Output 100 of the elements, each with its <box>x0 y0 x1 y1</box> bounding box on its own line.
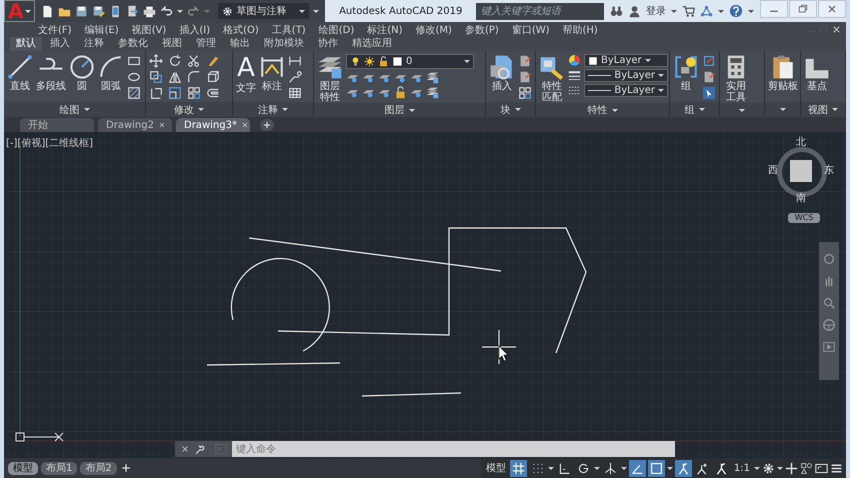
command-input[interactable]: 键入命令 <box>232 441 675 457</box>
play-icon[interactable] <box>822 340 836 354</box>
array-icon[interactable] <box>518 86 532 100</box>
lineweight-icon[interactable] <box>568 69 581 82</box>
linetype-icon[interactable] <box>568 84 581 97</box>
ribbon-tab[interactable]: 附加模块 <box>258 37 310 51</box>
linear-icon[interactable] <box>288 54 302 68</box>
ribbon-button[interactable]: 圆 <box>69 54 95 102</box>
circle-icon[interactable] <box>69 54 95 80</box>
layers-icon[interactable] <box>426 86 439 99</box>
block-tool-icon[interactable] <box>702 70 716 84</box>
menu-item[interactable]: 编辑(E) <box>84 22 119 36</box>
save-icon[interactable] <box>75 4 88 18</box>
layers-icon[interactable] <box>426 71 439 84</box>
zoom-icon[interactable] <box>822 296 836 310</box>
table-icon[interactable] <box>288 86 302 100</box>
ribbon-button[interactable]: 基点 <box>804 54 830 102</box>
ribbon-button[interactable]: 直线 <box>7 54 33 102</box>
property-dropdown[interactable]: ByLayer <box>584 54 668 67</box>
menu-item[interactable]: 窗口(W) <box>512 22 550 36</box>
sun-icon[interactable] <box>364 56 375 67</box>
ribbon-tab[interactable]: 管理 <box>190 37 222 51</box>
ribbon-button[interactable]: 标注 <box>259 54 285 102</box>
status-toggle[interactable] <box>510 460 527 476</box>
menu-item[interactable]: 标注(N) <box>367 22 403 36</box>
cube-icon[interactable] <box>206 70 220 84</box>
lightbulb-icon[interactable] <box>350 56 361 67</box>
menu-icon[interactable] <box>830 462 843 474</box>
undo-icon[interactable] <box>160 4 174 18</box>
mirror-icon[interactable] <box>168 70 182 84</box>
insert-icon[interactable] <box>489 54 515 80</box>
menu-item[interactable]: 绘图(D) <box>318 22 354 36</box>
layout-tab[interactable]: 布局2 <box>80 462 117 474</box>
offset-icon[interactable] <box>206 86 220 100</box>
ribbon-tab[interactable]: 输出 <box>224 37 256 51</box>
menu-item[interactable]: 参数(P) <box>464 22 499 36</box>
fullscreen-icon[interactable] <box>815 462 828 474</box>
workspace-dropdown[interactable]: 草图与注释 <box>218 3 310 19</box>
search-field[interactable]: 键入关键字或短语 <box>476 2 604 20</box>
ribbon-tab[interactable]: 注释 <box>78 37 110 51</box>
menu-item[interactable]: 修改(M) <box>416 22 452 36</box>
arc-icon[interactable] <box>98 54 124 80</box>
group-icon[interactable] <box>673 54 699 80</box>
lock-icon[interactable] <box>378 56 389 67</box>
copy-icon[interactable] <box>149 70 163 84</box>
rotate-icon[interactable] <box>168 54 182 68</box>
block-tool-icon[interactable] <box>518 70 532 84</box>
close-icon[interactable] <box>180 444 190 454</box>
gear-icon[interactable] <box>762 462 775 474</box>
ribbon-button[interactable]: 图层特性 <box>317 54 343 103</box>
user-icon[interactable] <box>628 4 641 18</box>
ucs-menu-button[interactable]: WCS <box>788 213 820 223</box>
scale-icon[interactable] <box>168 86 182 100</box>
close-icon[interactable] <box>826 3 838 15</box>
ribbon-button[interactable]: 组 <box>673 54 699 102</box>
ribbon-tab[interactable]: 参数化 <box>112 37 154 51</box>
binoculars-icon[interactable] <box>610 4 623 18</box>
text-icon[interactable]: A <box>237 54 255 82</box>
viewport-label[interactable]: [-][俯视][二维线框] <box>6 136 94 150</box>
file-tab[interactable]: Drawing3* <box>176 118 250 132</box>
orbit-icon[interactable] <box>822 252 836 266</box>
line-icon[interactable] <box>7 54 33 80</box>
ribbon-button[interactable]: 特性匹配 <box>539 54 565 103</box>
property-dropdown[interactable]: ByLayer <box>584 69 668 82</box>
new-file-icon[interactable] <box>41 4 54 18</box>
property-dropdown[interactable]: ByLayer <box>584 84 668 97</box>
scissors-icon[interactable] <box>187 54 201 68</box>
ribbon-tab[interactable]: 协作 <box>312 37 344 51</box>
wrench-icon[interactable] <box>194 444 205 454</box>
annotation-scale-button[interactable]: 1:1 <box>732 462 752 474</box>
new-tab-button[interactable] <box>260 118 274 130</box>
network-icon[interactable] <box>700 4 713 18</box>
caret-icon[interactable] <box>718 10 724 12</box>
sign-in-link[interactable]: 登录 <box>646 4 666 18</box>
ellipse-icon[interactable] <box>127 70 141 84</box>
hatch-icon[interactable] <box>127 86 141 100</box>
ribbon-tab[interactable]: 插入 <box>44 37 76 51</box>
save-as-icon[interactable] <box>92 4 106 18</box>
ribbon-button[interactable]: 实用工具 <box>723 54 749 103</box>
rectangle-icon[interactable] <box>127 54 141 68</box>
layout-tab[interactable]: 布局1 <box>41 462 78 474</box>
menu-item[interactable]: 视图(V) <box>132 22 166 36</box>
menu-item[interactable]: 插入(I) <box>179 22 210 36</box>
ribbon-tab[interactable]: 精选应用 <box>346 37 398 51</box>
move-icon[interactable] <box>149 54 163 68</box>
menu-item[interactable]: 格式(O) <box>223 22 259 36</box>
menu-item[interactable]: 工具(T) <box>272 22 306 36</box>
ribbon-button[interactable]: 插入 <box>489 54 515 102</box>
file-tab[interactable]: Drawing2 <box>98 118 172 132</box>
layout-tab[interactable]: 模型 <box>8 462 38 474</box>
ribbon-button[interactable]: 圆弧 <box>98 54 124 102</box>
plus-icon[interactable] <box>120 462 132 474</box>
ribbon-tab[interactable]: 视图 <box>156 37 188 51</box>
printer-icon[interactable] <box>143 4 156 18</box>
caret-icon[interactable] <box>671 10 677 12</box>
redo-icon[interactable] <box>187 4 200 18</box>
cart-icon[interactable] <box>682 4 695 18</box>
group-tool-icon[interactable] <box>702 54 716 68</box>
restore-icon[interactable] <box>797 3 809 15</box>
menu-item[interactable]: 文件(F) <box>38 22 72 36</box>
